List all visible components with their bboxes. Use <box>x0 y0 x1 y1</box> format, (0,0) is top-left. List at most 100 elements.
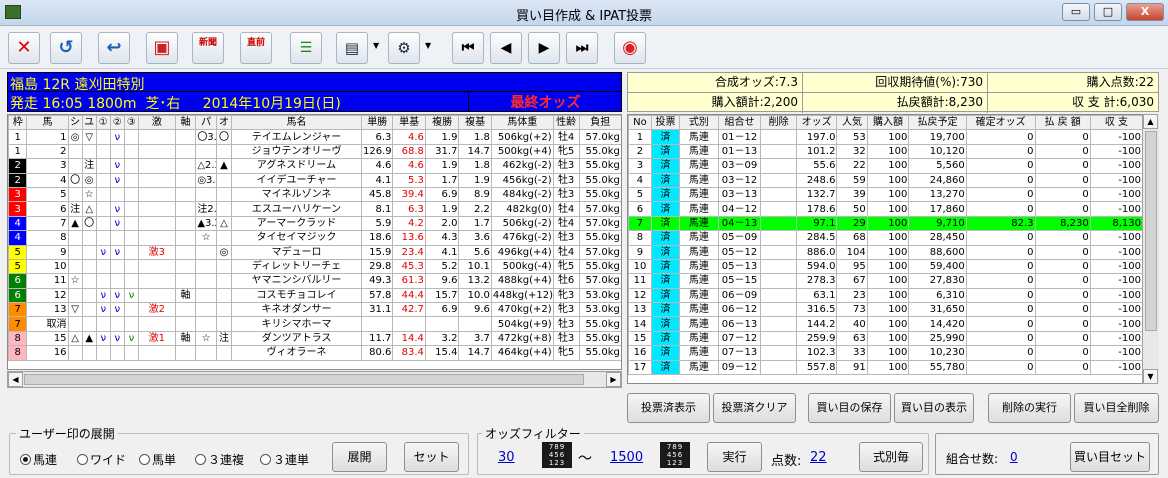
horse-col-header[interactable]: 単基 <box>392 115 426 131</box>
expand-button[interactable]: 展開 <box>332 442 387 472</box>
voted-display-button[interactable]: 投票済表示 <box>627 393 710 423</box>
vertical-scrollbar[interactable]: ▲ ▼ <box>1142 114 1159 384</box>
horse-col-header[interactable]: シ <box>67 115 83 131</box>
radio-wide[interactable]: ワイド <box>77 451 126 468</box>
bet-col-header[interactable]: No <box>628 115 652 131</box>
bet-col-header[interactable]: 人気 <box>836 115 868 131</box>
horse-row[interactable]: 8 15 △ ▲ ν ν ν 激1 軸 ☆ 注ダンツアトラス 11.7 14.4 3.2 3.7 472kg(… <box>8 330 621 347</box>
radio-sanrentan[interactable]: ３連単 <box>260 451 309 468</box>
minimize-button[interactable]: ▭ <box>1062 3 1090 21</box>
horse-col-header[interactable]: 激 <box>137 115 176 131</box>
radio-sanrenpuku[interactable]: ３連複 <box>195 451 244 468</box>
points-link[interactable]: 22 <box>810 450 827 465</box>
calculator-max-icon[interactable]: 789 456 123 <box>660 442 690 468</box>
radio-umatan[interactable]: 馬単 <box>139 451 176 468</box>
bet-row[interactable]: 15 済馬連 07－12 259.9 63 100 25,990 0 0 -100 <box>628 330 1144 347</box>
horse-row[interactable]: 5 9 ν ν 激3 ◎ マデューロ 15.9 23.4 4.1 5.6 496kg(+4) 牡4 57.… <box>8 244 621 260</box>
bet-col-header[interactable]: 購入額 <box>866 115 910 131</box>
next-icon[interactable]: ▶ <box>528 32 560 64</box>
bet-col-header[interactable]: 式別 <box>679 115 719 131</box>
bet-row[interactable]: 6 済馬連 04－12 178.6 50 100 17,860 0 0 -100 <box>628 201 1144 217</box>
combo-value-link[interactable]: 0 <box>1010 450 1018 464</box>
radio-umaren[interactable]: 馬連 <box>20 451 57 468</box>
horizontal-scrollbar[interactable]: ◀ ▶ <box>7 371 622 388</box>
prev-icon[interactable]: ◀ <box>490 32 522 64</box>
calendar-icon[interactable]: ▣ <box>146 32 178 64</box>
horse-col-header[interactable]: 馬 <box>26 115 69 131</box>
horse-row[interactable]: 6 12 ν ν ν 軸 コスモチョコレイ 57.8 44.4 15.7 10.0 448kg(+12… <box>8 287 621 304</box>
horse-col-header[interactable]: 馬名 <box>231 115 362 131</box>
horse-col-header[interactable]: 負担 <box>578 115 621 131</box>
bet-row[interactable]: 8 済馬連 05－09 284.5 68 100 28,450 0 0 -100 <box>628 230 1144 246</box>
bet-row[interactable]: 16 済馬連 07－13 102.3 33 100 10,230 0 0 -100 <box>628 345 1144 361</box>
bet-col-header[interactable]: 削除 <box>760 115 797 131</box>
horse-col-header[interactable]: 単勝 <box>360 115 394 131</box>
close-icon[interactable]: ✕ <box>8 32 40 64</box>
last-icon[interactable]: ⏭ <box>566 32 598 64</box>
bet-row[interactable]: 14 済馬連 06－13 144.2 40 100 14,420 0 0 -100 <box>628 316 1144 332</box>
bet-row[interactable]: 5 済馬連 03－13 132.7 39 100 13,270 0 0 -100 <box>628 186 1144 203</box>
horse-row[interactable]: 7 13 ▽ ν ν 激2 キネオダンサー 31.1 42.7 6.9 9.6 470kg(+2) 牝3… <box>8 302 621 318</box>
bet-row[interactable]: 3 済馬連 03－09 55.6 22 100 5,560 0 0 -100 <box>628 158 1144 174</box>
bet-row[interactable]: 12 済馬連 06－09 63.1 23 100 6,310 0 0 -100 <box>628 287 1144 304</box>
scroll-down-icon[interactable]: ▼ <box>1143 369 1158 384</box>
horizontal-scroll-thumb[interactable] <box>24 374 584 385</box>
horse-col-header[interactable]: 騎 <box>620 115 621 131</box>
document-icon[interactable]: ▤ <box>336 32 368 64</box>
bet-row[interactable]: 10 済馬連 05－13 594.0 95 100 59,400 0 0 -100 <box>628 258 1144 275</box>
filter-max-link[interactable]: 1500 <box>610 450 643 465</box>
first-icon[interactable]: ⏮ <box>452 32 484 64</box>
refresh-icon[interactable]: ↺ <box>50 32 82 64</box>
horse-col-header[interactable]: 軸 <box>174 115 197 131</box>
set-bets-button[interactable]: 買い目セット <box>1070 442 1150 472</box>
execute-button[interactable]: 実行 <box>707 442 762 472</box>
scroll-right-icon[interactable]: ▶ <box>606 372 621 387</box>
horse-row[interactable]: 4 8 ☆ タイセイマジック 18.6 13.6 4.3 3.6 476kg(-2) 牡3 55.0… <box>8 230 621 246</box>
by-type-button[interactable]: 式別毎 <box>859 442 923 472</box>
return-icon[interactable]: ↩ <box>98 32 130 64</box>
bet-col-header[interactable]: 収 支 <box>1089 115 1144 131</box>
bet-col-header[interactable]: 確定オッズ <box>965 115 1036 131</box>
horse-col-header[interactable]: 複勝 <box>424 115 460 131</box>
horse-row[interactable]: 47▲〇ν ▲3.2△アーマークラッド5.94.22.01.7506kg(-2)牡… <box>8 215 621 232</box>
bet-row[interactable]: 13 済馬連 06－12 316.5 73 100 31,650 0 0 -100 <box>628 302 1144 318</box>
horse-col-header[interactable]: パ <box>195 115 217 131</box>
horse-col-header[interactable]: 複基 <box>458 115 492 131</box>
bet-col-header[interactable]: オッズ <box>795 115 838 131</box>
horse-col-header[interactable]: ② <box>109 115 125 131</box>
bet-col-header[interactable]: 組合せ <box>717 115 762 131</box>
bet-row[interactable]: 2 済馬連 01－13 101.2 32 100 10,120 0 0 -100 <box>628 143 1144 160</box>
horse-col-header[interactable]: 性齢 <box>552 115 580 131</box>
horse-col-header[interactable]: ③ <box>123 115 139 131</box>
newspaper-icon[interactable]: 新聞 <box>192 32 224 64</box>
horse-col-header[interactable]: オ <box>215 115 233 131</box>
save-bets-button[interactable]: 買い目の保存 <box>808 393 891 423</box>
horse-row[interactable]: 23注ν△2.3▲アグネスドリーム4.64.61.91.8462kg(-2)牡3… <box>8 158 621 174</box>
horse-col-header[interactable]: 馬体重 <box>490 115 554 131</box>
bet-row[interactable]: 4 済馬連 03－12 248.6 59 100 24,860 0 0 -100 <box>628 172 1144 188</box>
document-dropdown-icon[interactable]: ▼ <box>373 41 379 50</box>
bet-row[interactable]: 1 済馬連 01－12 197.0 53 100 19,700 0 0 -100 <box>628 129 1144 145</box>
horse-row[interactable]: 5 10 ディレットリーチェ 29.8 45.3 5.2 10.1 500kg(-4) 牝5 55… <box>8 258 621 275</box>
close-window-button[interactable]: X <box>1126 3 1164 21</box>
horse-row[interactable]: 24〇◎ ν ◎3.6 イイデユーチャー4.15.31.71.9456kg(-2)牡3… <box>8 172 621 188</box>
bet-row[interactable]: 17 済馬連 09－12 557.8 91 100 55,780 0 0 -100 <box>628 359 1144 376</box>
horse-row[interactable]: 7取消 キリシマホーマ 504kg(+9)牡355.0kg小崎 <box>8 316 621 332</box>
bet-row[interactable]: 7 済馬連 04－13 97.1 29 100 9,710 82.3 8,230 8,130 <box>628 215 1144 232</box>
calculator-min-icon[interactable]: 789 456 123 <box>542 442 572 468</box>
horse-row[interactable]: 1 2 ジョウテンオリーヴ 126.9 68.8 31.7 14.7 500kg(+4) 牝5 5… <box>8 143 621 160</box>
delete-all-button[interactable]: 買い目全削除 <box>1074 393 1159 423</box>
horse-col-header[interactable]: ユ <box>81 115 97 131</box>
execute-delete-button[interactable]: 削除の実行 <box>988 393 1071 423</box>
clear-voted-button[interactable]: 投票済クリア <box>713 393 796 423</box>
bet-row[interactable]: 11 済馬連 05－15 278.3 67 100 27,830 0 0 -100 <box>628 273 1144 289</box>
gear-icon[interactable]: ⚙ <box>388 32 420 64</box>
ipat-icon[interactable]: ◉ <box>614 32 646 64</box>
set-button[interactable]: セット <box>404 442 459 472</box>
horse-row[interactable]: 11◎▽ν〇3.3〇テイエムレンジャー6.34.61.91.8506kg(+2)… <box>8 129 621 145</box>
vertical-scroll-thumb[interactable] <box>1145 131 1157 331</box>
horse-row[interactable]: 36注△ ν 注2.4 エスユーハリケーン8.16.31.92.2482kg(0)牡4… <box>8 201 621 217</box>
horse-col-header[interactable]: 枠 <box>8 115 28 131</box>
maximize-button[interactable]: □ <box>1094 3 1122 21</box>
bet-col-header[interactable]: 投票 <box>650 115 681 131</box>
